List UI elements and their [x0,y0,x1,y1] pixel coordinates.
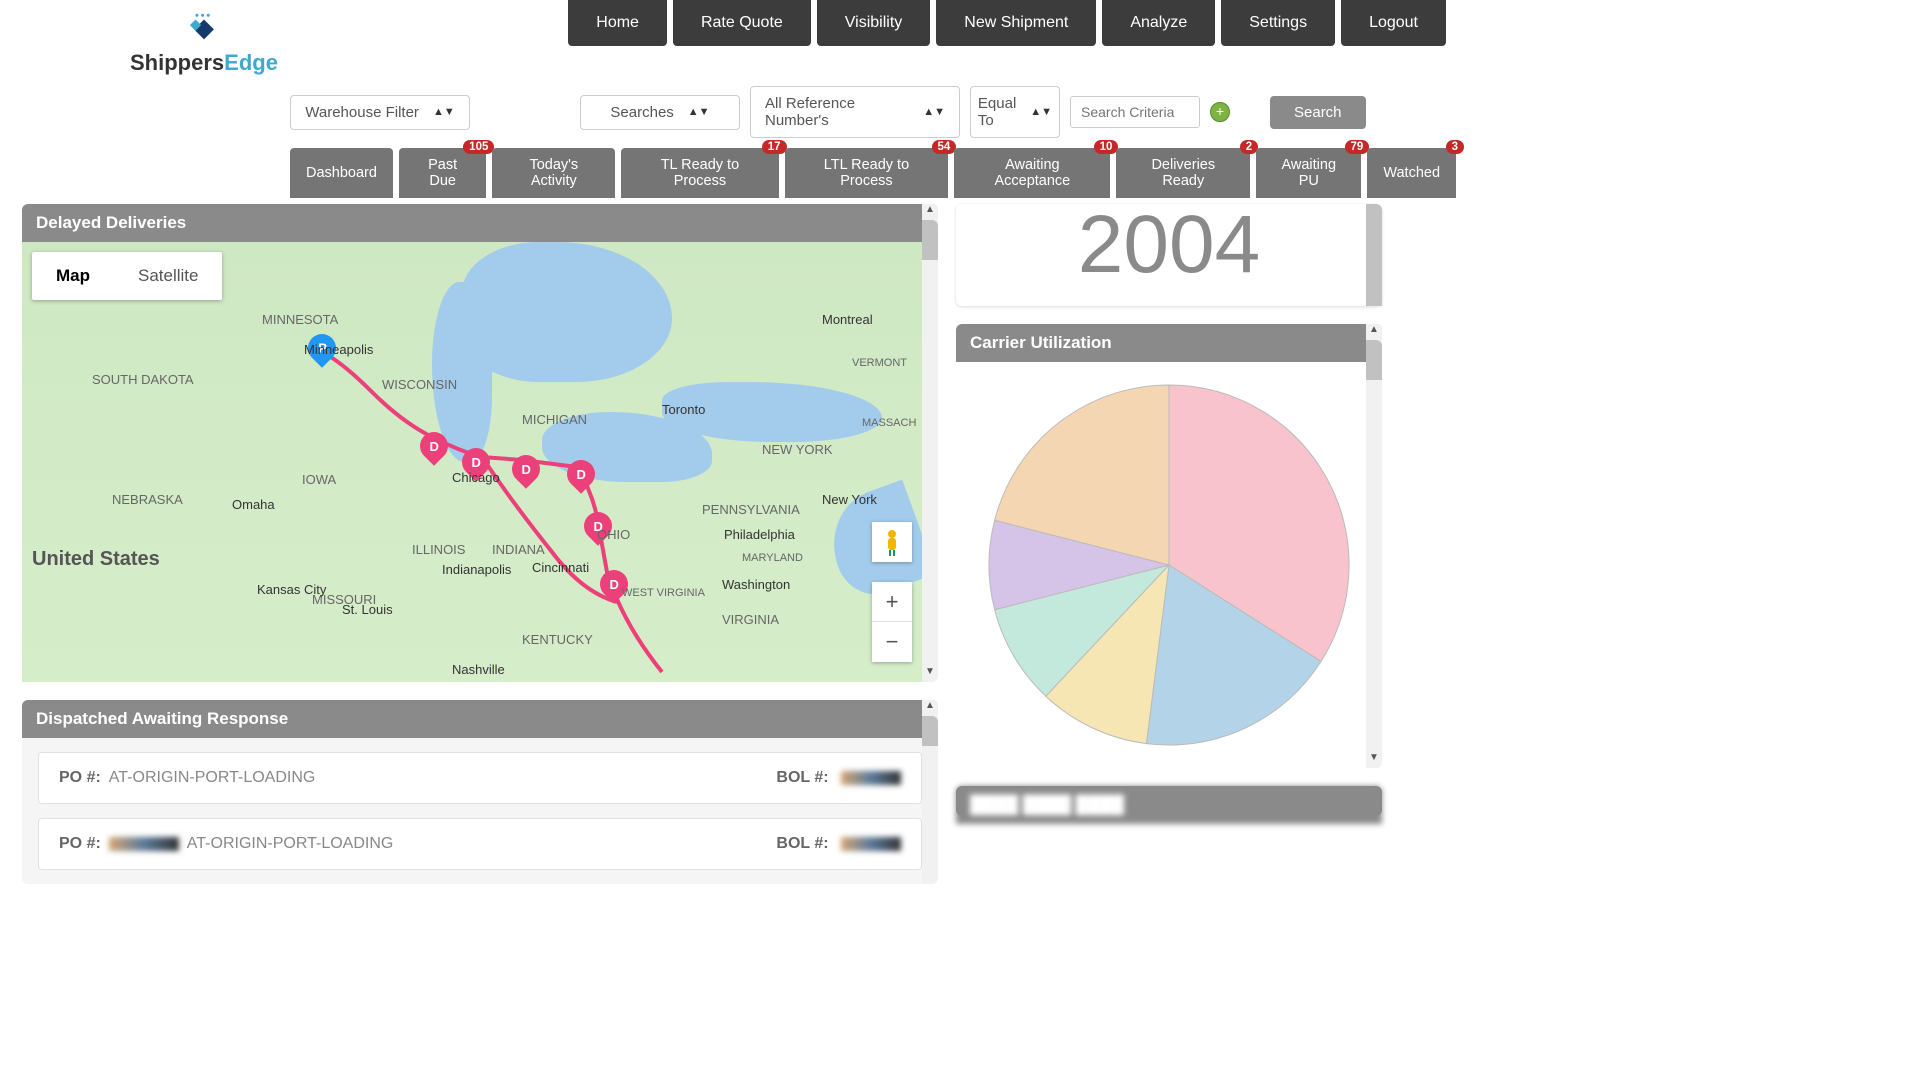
caret-icon: ▲▼ [688,106,710,118]
streetview-pegman[interactable] [872,522,912,562]
map[interactable]: P D D D D D D United States MINNESOTA WI… [22,242,922,682]
pie-chart [956,362,1382,768]
dispatch-row[interactable]: PO #: AT-ORIGIN-PORT-LOADING BOL #: [38,752,922,804]
operator-label: Equal To [978,95,1016,129]
nav-settings[interactable]: Settings [1221,0,1335,46]
tab-awaiting-acceptance[interactable]: Awaiting Acceptance10 [954,148,1110,198]
scroll-thumb[interactable] [922,220,938,260]
reference-label: All Reference Number's [765,95,909,129]
scroll-thumb[interactable] [1366,204,1382,306]
dashboard-tabs: Dashboard Past Due105 Today's Activity T… [0,148,1456,198]
map-label-country: United States [32,548,160,571]
reference-dropdown[interactable]: All Reference Number's ▲▼ [750,86,960,138]
panel-scrollbar[interactable] [1366,204,1382,306]
logo-icon [184,8,224,48]
bol-value-redacted [841,771,901,785]
po-number-redacted [109,837,179,851]
map-tab-map[interactable]: Map [32,252,114,300]
tab-watched[interactable]: Watched3 [1367,148,1456,198]
main-nav: Home Rate Quote Visibility New Shipment … [568,0,1446,46]
panel-title: Carrier Utilization [956,324,1382,362]
caret-icon: ▲▼ [1030,106,1052,118]
delayed-deliveries-panel: Delayed Deliveries P D D D D D D United … [22,204,938,682]
nav-visibility[interactable]: Visibility [817,0,931,46]
panel-title: Delayed Deliveries [22,204,938,242]
badge: 10 [1094,140,1119,154]
next-panel-header: ████ ████ ████ [956,786,1382,816]
scroll-down-icon[interactable]: ▼ [922,666,938,682]
po-value: AT-ORIGIN-PORT-LOADING [109,769,316,787]
map-type-toggle: Map Satellite [32,252,222,300]
scroll-up-icon[interactable]: ▲ [922,204,938,220]
scroll-down-icon[interactable]: ▼ [1366,752,1382,768]
searches-dropdown[interactable]: Searches ▲▼ [580,95,740,130]
tab-todays-activity[interactable]: Today's Activity [492,148,615,198]
po-value: AT-ORIGIN-PORT-LOADING [187,835,394,853]
nav-new-shipment[interactable]: New Shipment [936,0,1096,46]
panel-title: Dispatched Awaiting Response [22,700,938,738]
operator-dropdown[interactable]: Equal To ▲▼ [970,86,1060,138]
po-label: PO #: [59,835,101,853]
add-criteria-button[interactable]: + [1210,102,1230,122]
badge: 3 [1446,140,1464,154]
tab-past-due[interactable]: Past Due105 [399,148,486,198]
caret-icon: ▲▼ [433,106,455,118]
tab-awaiting-pu[interactable]: Awaiting PU79 [1256,148,1361,198]
po-label: PO #: [59,769,101,787]
tab-tl-ready[interactable]: TL Ready to Process17 [621,148,778,198]
warehouse-filter-label: Warehouse Filter [305,104,419,121]
nav-rate-quote[interactable]: Rate Quote [673,0,811,46]
zoom-out-button[interactable]: − [872,622,912,662]
badge: 54 [932,140,957,154]
tab-deliveries-ready[interactable]: Deliveries Ready2 [1116,148,1250,198]
nav-logout[interactable]: Logout [1341,0,1446,46]
scroll-thumb[interactable] [1366,340,1382,380]
panel-scrollbar[interactable]: ▲▼ [1366,324,1382,768]
tab-ltl-ready[interactable]: LTL Ready to Process54 [785,148,949,198]
scroll-up-icon[interactable]: ▲ [1366,324,1382,340]
nav-analyze[interactable]: Analyze [1102,0,1215,46]
logo: ShippersEdge [130,8,278,76]
panel-scrollbar[interactable]: ▲ [922,700,938,884]
stat-number: 2004 [956,204,1382,286]
searches-label: Searches [610,104,673,121]
scroll-up-icon[interactable]: ▲ [922,700,938,716]
logo-text: ShippersEdge [130,50,278,76]
map-tab-satellite[interactable]: Satellite [114,252,222,300]
badge: 79 [1345,140,1370,154]
caret-icon: ▲▼ [923,106,945,118]
dispatched-panel: Dispatched Awaiting Response PO #: AT-OR… [22,700,938,884]
map-zoom-controls: + − [872,582,912,662]
carrier-utilization-panel: Carrier Utilization ▲▼ [956,324,1382,768]
panel-scrollbar[interactable]: ▲▼ [922,204,938,682]
dispatch-row[interactable]: PO #: AT-ORIGIN-PORT-LOADING BOL #: [38,818,922,870]
zoom-in-button[interactable]: + [872,582,912,622]
warehouse-filter-dropdown[interactable]: Warehouse Filter ▲▼ [290,95,470,130]
panel-title-redacted: ████ ████ ████ [956,786,1382,824]
badge: 105 [463,140,494,154]
filter-bar: Warehouse Filter ▲▼ Searches ▲▼ All Refere… [0,76,1456,148]
search-button[interactable]: Search [1270,96,1366,129]
nav-home[interactable]: Home [568,0,667,46]
tab-dashboard[interactable]: Dashboard [290,148,393,198]
bol-label: BOL #: [776,835,828,852]
bol-value-redacted [841,837,901,851]
stat-panel: 2004 [956,204,1382,306]
badge: 17 [762,140,787,154]
scroll-thumb[interactable] [922,716,938,746]
search-criteria-input[interactable] [1070,96,1200,128]
bol-label: BOL #: [776,769,828,786]
